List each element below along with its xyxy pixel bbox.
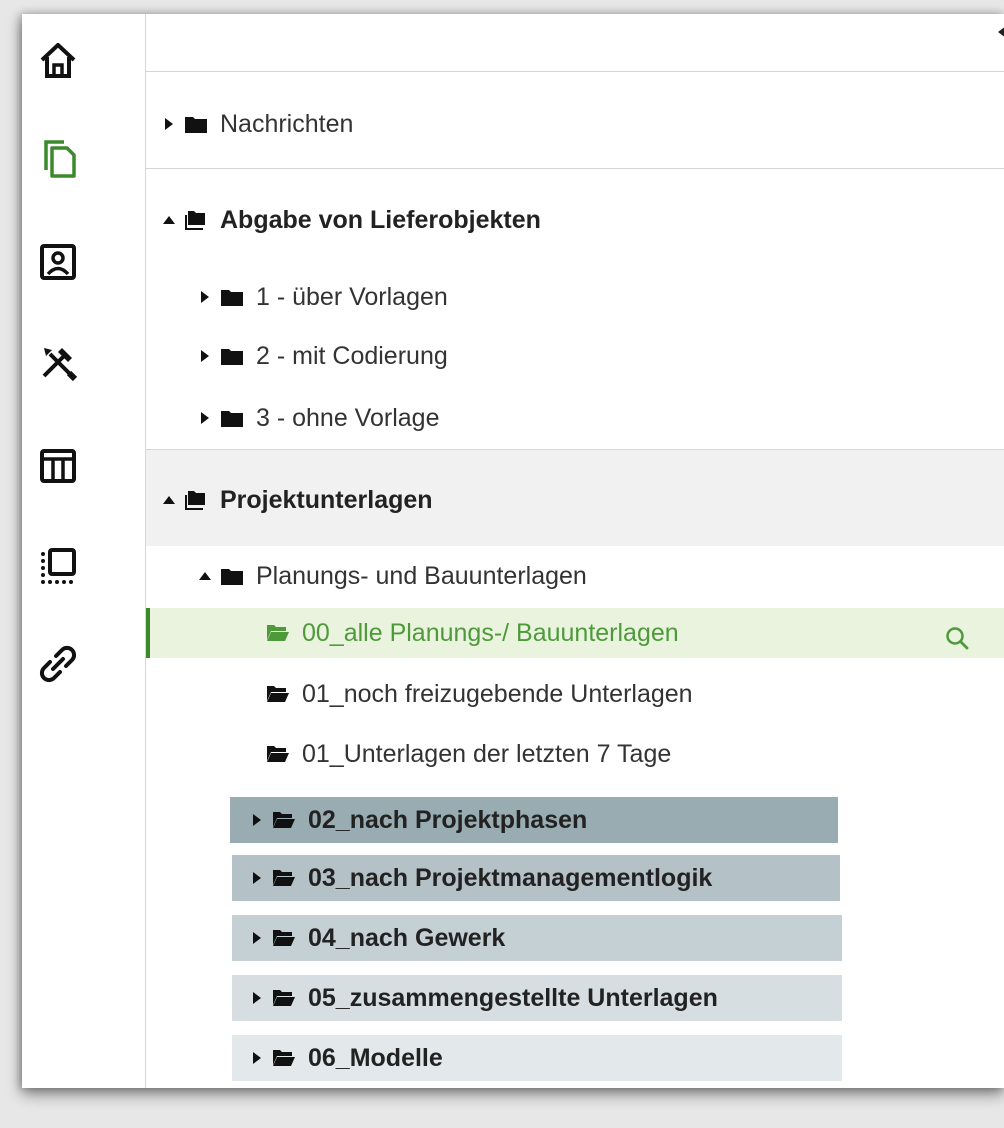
contact-card-icon[interactable] — [32, 236, 84, 288]
open-folder-icon — [273, 870, 295, 886]
open-folder-icon — [267, 625, 289, 641]
link-icon[interactable] — [32, 638, 84, 690]
tree-node-projektunterlagen[interactable]: Projektunterlagen — [162, 480, 433, 520]
folder-icon — [221, 290, 243, 306]
group-projektphasen[interactable]: 02_nach Projektphasen — [250, 800, 587, 840]
documents-icon[interactable] — [32, 132, 84, 184]
tree-node-label: 06_Modelle — [308, 1043, 443, 1072]
tree-node-label: Projektunterlagen — [220, 485, 433, 514]
caret-right-icon[interactable] — [198, 349, 212, 363]
caret-right-icon[interactable] — [250, 991, 264, 1005]
caret-right-icon[interactable] — [250, 1051, 264, 1065]
folder-icon — [221, 349, 243, 365]
tree-node-label: 01_noch freizugebende Unterlagen — [302, 679, 693, 708]
caret-right-icon[interactable] — [198, 411, 212, 425]
tree-node-nachrichten[interactable]: Nachrichten — [162, 104, 353, 144]
icon-rail — [22, 14, 146, 1088]
table-layout-icon[interactable] — [32, 440, 84, 492]
tools-icon[interactable] — [32, 336, 84, 388]
caret-up-icon[interactable] — [162, 213, 176, 227]
caret-right-icon[interactable] — [162, 117, 176, 131]
open-folder-icon — [267, 686, 289, 702]
open-folder-icon — [273, 990, 295, 1006]
folder-icon — [185, 117, 207, 133]
tree-node-label: 1 - über Vorlagen — [256, 282, 448, 311]
tree-node-label: 00_alle Planungs-/ Bauunterlagen — [302, 618, 679, 647]
caret-right-icon[interactable] — [250, 813, 264, 827]
open-folder-icon — [273, 1050, 295, 1066]
tree-node-abgabe-2[interactable]: 2 - mit Codierung — [198, 336, 448, 376]
folder-stack-icon — [185, 211, 205, 230]
caret-right-icon[interactable] — [198, 290, 212, 304]
group-zusammengestellte[interactable]: 05_zusammengestellte Unterlagen — [250, 978, 718, 1018]
search-icon[interactable] — [944, 625, 970, 651]
tree-node-abgabe-1[interactable]: 1 - über Vorlagen — [198, 277, 448, 317]
tree-node-label: 04_nach Gewerk — [308, 923, 506, 952]
view-alle-unterlagen[interactable]: 00_alle Planungs-/ Bauunterlagen — [266, 613, 679, 653]
group-gewerk[interactable]: 04_nach Gewerk — [250, 918, 505, 958]
caret-up-icon[interactable] — [198, 569, 212, 583]
group-modelle[interactable]: 06_Modelle — [250, 1038, 443, 1078]
tree-node-label: 05_zusammengestellte Unterlagen — [308, 983, 718, 1012]
open-folder-icon — [273, 930, 295, 946]
tree-node-abgabe[interactable]: Abgabe von Lieferobjekten — [162, 200, 541, 240]
caret-up-icon[interactable] — [162, 493, 176, 507]
folder-stack-icon — [185, 491, 205, 510]
collapse-arrow-icon[interactable] — [994, 23, 1004, 41]
panel-header — [146, 14, 1004, 72]
group-projektmanagementlogik[interactable]: 03_nach Projektmanagementlogik — [250, 858, 712, 898]
app-frame: Nachrichten Abgabe von Lieferobjekten 1 … — [22, 14, 1004, 1088]
view-freizugebende[interactable]: 01_noch freizugebende Unterlagen — [266, 674, 693, 714]
home-icon[interactable] — [32, 34, 84, 86]
folder-tree-panel: Nachrichten Abgabe von Lieferobjekten 1 … — [146, 14, 1004, 1088]
caret-right-icon[interactable] — [250, 871, 264, 885]
tree-node-label: 01_Unterlagen der letzten 7 Tage — [302, 739, 672, 768]
tree-node-planung[interactable]: Planungs- und Bauunterlagen — [198, 556, 587, 596]
open-folder-icon — [273, 812, 295, 828]
caret-right-icon[interactable] — [250, 931, 264, 945]
tree-node-label: 03_nach Projektmanagementlogik — [308, 863, 713, 892]
tree-node-abgabe-3[interactable]: 3 - ohne Vorlage — [198, 398, 439, 438]
tree-node-label: Abgabe von Lieferobjekten — [220, 205, 541, 234]
view-letzte-7-tage[interactable]: 01_Unterlagen der letzten 7 Tage — [266, 734, 671, 774]
tree-node-label: 02_nach Projektphasen — [308, 805, 588, 834]
tree-node-label: Nachrichten — [220, 109, 354, 138]
tree-node-label: 2 - mit Codierung — [256, 341, 448, 370]
tree-node-label: 3 - ohne Vorlage — [256, 403, 440, 432]
tree-node-label: Planungs- und Bauunterlagen — [256, 561, 587, 590]
folder-icon — [221, 569, 243, 585]
open-folder-icon — [267, 746, 289, 762]
folder-icon — [221, 411, 243, 427]
selection-icon[interactable] — [32, 540, 84, 592]
